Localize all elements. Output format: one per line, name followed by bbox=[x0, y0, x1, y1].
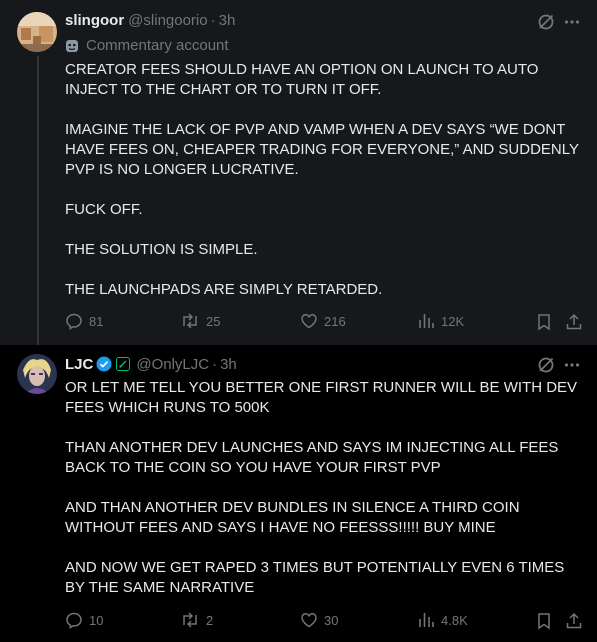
paragraph: THE LAUNCHPADS ARE SIMPLY RETARDED. bbox=[65, 281, 383, 298]
bookmark-icon bbox=[538, 314, 550, 331]
like-icon bbox=[301, 613, 317, 628]
like-count: 216 bbox=[324, 313, 346, 329]
display-name[interactable]: slingoor bbox=[65, 12, 124, 29]
views-icon bbox=[419, 314, 434, 328]
views-button[interactable]: 12K bbox=[417, 312, 464, 330]
paragraph: AND NOW WE GET RAPED 3 TIMES BUT POTENTI… bbox=[65, 559, 565, 596]
paragraph: CREATOR FEES SHOULD HAVE AN OPTION ON LA… bbox=[65, 61, 539, 98]
verified-badge-icon[interactable] bbox=[96, 356, 112, 372]
paragraph: OR LET ME TELL YOU BETTER ONE FIRST RUNN… bbox=[65, 379, 578, 416]
reply-count: 10 bbox=[89, 612, 104, 628]
action-bar: 10 2 30 4.8K bbox=[65, 611, 585, 631]
paragraph: FUCK OFF. bbox=[65, 201, 143, 218]
avatar[interactable] bbox=[17, 354, 57, 394]
reply-button[interactable]: 10 bbox=[65, 611, 103, 629]
repost-icon bbox=[183, 313, 197, 329]
like-button[interactable]: 30 bbox=[300, 611, 338, 629]
separator: · bbox=[210, 11, 216, 29]
tweet-ljc[interactable]: LJC @OnlyLJC · 3h OR LET ME TELL YOU BET… bbox=[0, 345, 597, 642]
views-icon bbox=[419, 613, 434, 627]
paragraph: IMAGINE THE LACK OF PVP AND VAMP WHEN A … bbox=[65, 121, 579, 178]
thread-line bbox=[37, 56, 39, 345]
share-button[interactable] bbox=[565, 313, 583, 336]
reply-icon bbox=[66, 612, 82, 629]
repost-count: 2 bbox=[206, 612, 214, 628]
commentary-label: Commentary account bbox=[65, 37, 229, 54]
reply-icon bbox=[66, 313, 82, 330]
grok-icon[interactable] bbox=[536, 12, 556, 32]
reply-button[interactable]: 81 bbox=[65, 312, 103, 330]
share-button[interactable] bbox=[565, 612, 583, 635]
affiliate-badge-icon[interactable] bbox=[116, 357, 131, 371]
like-button[interactable]: 216 bbox=[300, 312, 346, 330]
repost-button[interactable]: 2 bbox=[180, 611, 213, 629]
paragraph: THAN ANOTHER DEV LAUNCHES AND SAYS IM IN… bbox=[65, 439, 559, 476]
repost-icon bbox=[183, 612, 197, 628]
display-name[interactable]: LJC bbox=[65, 356, 93, 373]
share-icon bbox=[566, 612, 582, 629]
grok-icon[interactable] bbox=[536, 355, 556, 375]
timestamp[interactable]: 3h bbox=[220, 356, 237, 373]
tweet-slingoor[interactable]: slingoor @slingoorio · 3h Commentary acc… bbox=[0, 0, 597, 345]
bookmark-button[interactable] bbox=[535, 612, 553, 635]
tweet-header: slingoor @slingoorio · 3h bbox=[65, 10, 235, 30]
bookmark-button[interactable] bbox=[535, 313, 553, 336]
user-handle[interactable]: @OnlyLJC bbox=[136, 356, 209, 373]
views-button[interactable]: 4.8K bbox=[417, 611, 468, 629]
tweet-text: OR LET ME TELL YOU BETTER ONE FIRST RUNN… bbox=[65, 378, 585, 618]
avatar[interactable] bbox=[17, 12, 57, 52]
like-icon bbox=[301, 314, 317, 329]
commentary-mask-icon bbox=[66, 39, 78, 52]
more-icon[interactable] bbox=[562, 355, 582, 375]
separator: · bbox=[212, 355, 218, 373]
user-handle[interactable]: @slingoorio bbox=[128, 12, 207, 29]
action-bar: 81 25 216 12K bbox=[65, 312, 585, 332]
like-count: 30 bbox=[324, 612, 339, 628]
repost-button[interactable]: 25 bbox=[180, 312, 220, 330]
more-icon[interactable] bbox=[562, 12, 582, 32]
commentary-text: Commentary account bbox=[86, 37, 229, 54]
tweet-text: CREATOR FEES SHOULD HAVE AN OPTION ON LA… bbox=[65, 60, 585, 320]
tweet-header: LJC @OnlyLJC · 3h bbox=[65, 354, 237, 374]
view-count: 4.8K bbox=[441, 612, 468, 628]
paragraph: AND THAN ANOTHER DEV BUNDLES IN SILENCE … bbox=[65, 499, 520, 536]
reply-count: 81 bbox=[89, 313, 104, 329]
paragraph: THE SOLUTION IS SIMPLE. bbox=[65, 241, 258, 258]
view-count: 12K bbox=[441, 313, 465, 329]
repost-count: 25 bbox=[206, 313, 221, 329]
share-icon bbox=[566, 313, 582, 330]
bookmark-icon bbox=[538, 613, 550, 630]
timestamp[interactable]: 3h bbox=[219, 12, 236, 29]
